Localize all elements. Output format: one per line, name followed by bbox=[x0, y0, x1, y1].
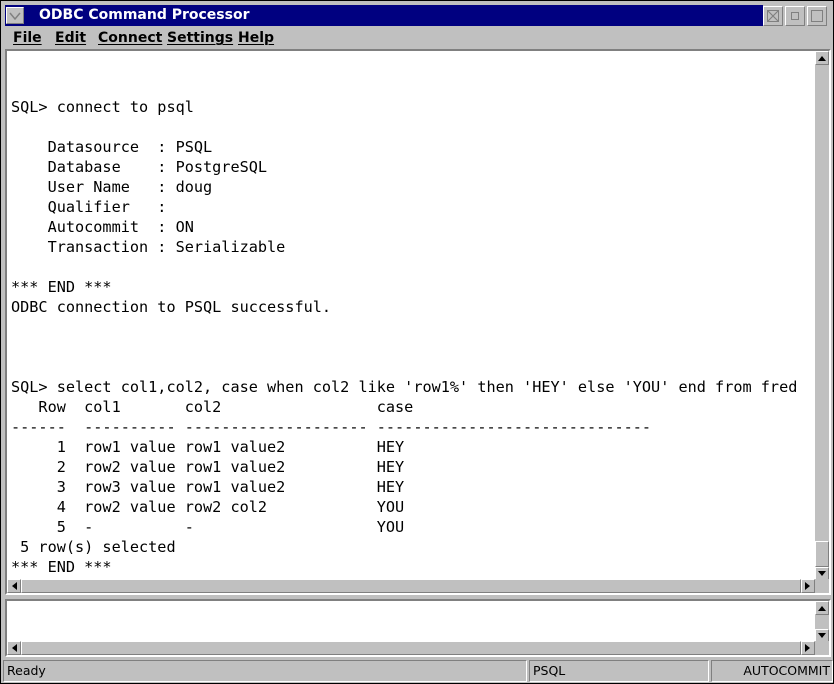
output-line: *** END *** bbox=[11, 278, 112, 296]
output-line: 3 row3 value row1 value2 HEY bbox=[11, 478, 405, 496]
input-scroll-up-button[interactable] bbox=[815, 601, 829, 615]
odbc-window: ODBC Command Processor File Edit Connect… bbox=[0, 0, 834, 684]
output-line: ------ ---------- -------------------- -… bbox=[11, 418, 652, 436]
output-line: Autocommit : ON bbox=[11, 218, 194, 236]
arrow-right-icon bbox=[805, 582, 810, 590]
output-line: 1 row1 value row1 value2 HEY bbox=[11, 438, 405, 456]
scrollbar-corner bbox=[815, 579, 829, 593]
maximize-icon bbox=[791, 12, 799, 20]
arrow-down-icon bbox=[818, 571, 826, 576]
window-controls bbox=[763, 6, 827, 26]
input-scroll-left-button[interactable] bbox=[7, 641, 21, 655]
input-horizontal-scroll-thumb[interactable] bbox=[21, 641, 801, 655]
arrow-left-icon bbox=[12, 644, 17, 652]
output-line: 5 - - YOU bbox=[11, 518, 405, 536]
status-datasource: PSQL bbox=[529, 660, 709, 682]
output-line: *** END *** bbox=[11, 558, 112, 576]
arrow-left-icon bbox=[12, 582, 17, 590]
arrow-right-icon bbox=[805, 644, 810, 652]
output-line: 5 row(s) selected bbox=[11, 538, 176, 556]
menu-bar: File Edit Connect Settings Help bbox=[3, 28, 831, 48]
output-line: Qualifier : bbox=[11, 198, 167, 216]
input-scrollbar-corner bbox=[815, 641, 829, 655]
close-icon bbox=[811, 10, 823, 22]
vertical-scroll-thumb[interactable] bbox=[815, 541, 829, 567]
status-state: Ready bbox=[3, 660, 527, 682]
output-text: SQL> connect to psql Datasource : PSQL D… bbox=[11, 97, 797, 577]
output-pane[interactable]: SQL> connect to psql Datasource : PSQL D… bbox=[5, 49, 831, 595]
command-input-pane[interactable] bbox=[5, 599, 831, 657]
window-menu-button[interactable] bbox=[6, 7, 24, 24]
output-line: User Name : doug bbox=[11, 178, 213, 196]
horizontal-scroll-thumb[interactable] bbox=[21, 579, 801, 593]
input-horizontal-scrollbar[interactable] bbox=[7, 641, 815, 655]
output-line: Transaction : Serializable bbox=[11, 238, 286, 256]
scroll-up-button[interactable] bbox=[815, 51, 829, 65]
menu-settings[interactable]: Settings bbox=[167, 29, 233, 47]
arrow-down-icon bbox=[818, 633, 826, 638]
menu-edit[interactable]: Edit bbox=[55, 29, 86, 47]
maximize-button[interactable] bbox=[785, 6, 805, 26]
window-title: ODBC Command Processor bbox=[39, 7, 250, 23]
input-scroll-right-button[interactable] bbox=[801, 641, 815, 655]
output-line: 4 row2 value row2 col2 YOU bbox=[11, 498, 405, 516]
horizontal-scrollbar[interactable] bbox=[7, 579, 815, 593]
output-line: SQL> select col1,col2, case when col2 li… bbox=[11, 378, 798, 396]
output-line: 2 row2 value row1 value2 HEY bbox=[11, 458, 405, 476]
output-line: ODBC connection to PSQL successful. bbox=[11, 298, 332, 316]
menu-help[interactable]: Help bbox=[238, 29, 274, 47]
arrow-up-icon bbox=[818, 56, 826, 61]
title-bar[interactable]: ODBC Command Processor bbox=[5, 5, 763, 26]
output-line: SQL> connect to psql bbox=[11, 98, 194, 116]
input-vertical-scrollbar[interactable] bbox=[815, 601, 829, 643]
arrow-up-icon bbox=[818, 606, 826, 611]
scroll-left-button[interactable] bbox=[7, 579, 21, 593]
status-bar: Ready PSQL AUTOCOMMIT bbox=[3, 660, 833, 682]
output-line: Datasource : PSQL bbox=[11, 138, 213, 156]
scroll-right-button[interactable] bbox=[801, 579, 815, 593]
menu-file[interactable]: File bbox=[13, 29, 42, 47]
minimize-icon bbox=[767, 10, 779, 22]
minimize-button[interactable] bbox=[763, 6, 783, 26]
menu-connect[interactable]: Connect bbox=[98, 29, 162, 47]
vertical-scrollbar[interactable] bbox=[815, 51, 829, 581]
close-button[interactable] bbox=[807, 6, 827, 26]
output-line: Row col1 col2 case bbox=[11, 398, 414, 416]
chevron-down-icon bbox=[9, 12, 21, 20]
status-mode: AUTOCOMMIT bbox=[711, 660, 833, 682]
output-line: Database : PostgreSQL bbox=[11, 158, 268, 176]
